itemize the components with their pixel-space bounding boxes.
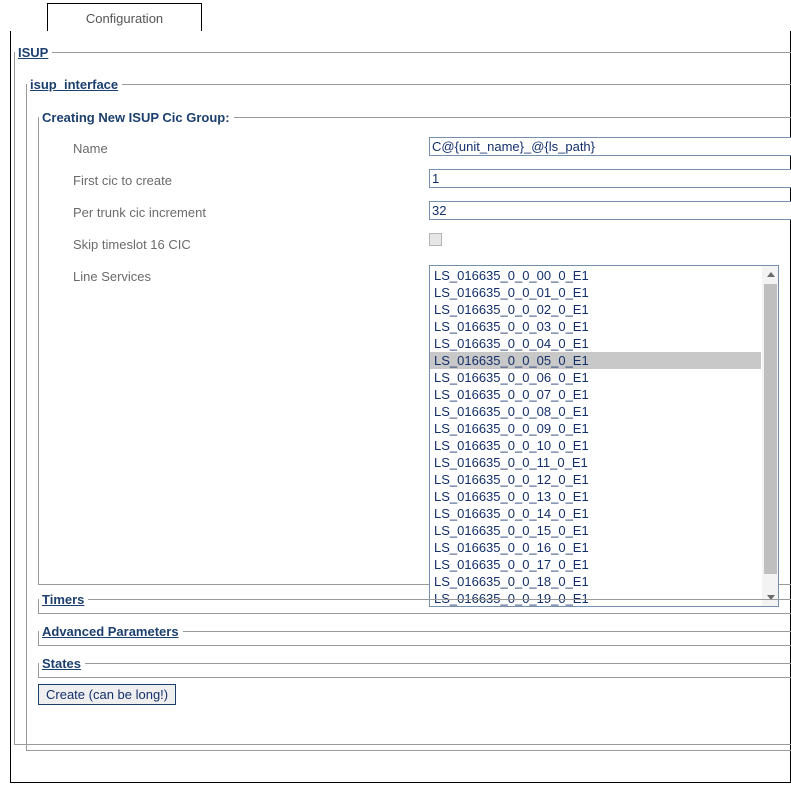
line-services-label: Line Services <box>73 269 152 284</box>
line-services-items[interactable]: LS_016635_0_0_00_0_E1 LS_016635_0_0_01_0_… <box>430 266 761 606</box>
line-service-option[interactable]: LS_016635_0_0_17_0_E1 <box>430 556 761 573</box>
section-states: States <box>38 656 791 678</box>
tab-strip: Configuration <box>10 0 791 32</box>
first-cic-input[interactable] <box>429 169 791 188</box>
create-button[interactable]: Create (can be long!) <box>38 684 177 705</box>
line-service-option[interactable]: LS_016635_0_0_15_0_E1 <box>430 522 761 539</box>
field-row-skip-timeslot-16: Skip timeslot 16 CIC <box>39 231 791 263</box>
line-service-option[interactable]: LS_016635_0_0_16_0_E1 <box>430 539 761 556</box>
line-service-option[interactable]: LS_016635_0_0_10_0_E1 <box>430 437 761 454</box>
field-row-name: Name <box>39 135 791 167</box>
line-service-option[interactable]: LS_016635_0_0_13_0_E1 <box>430 488 761 505</box>
line-service-option[interactable]: LS_016635_0_0_12_0_E1 <box>430 471 761 488</box>
line-services-scrollbar[interactable] <box>761 266 778 606</box>
line-service-option[interactable]: LS_016635_0_0_06_0_E1 <box>430 369 761 386</box>
section-isup-legend[interactable]: ISUP <box>15 45 52 60</box>
first-cic-label: First cic to create <box>73 173 172 188</box>
line-service-option[interactable]: LS_016635_0_0_14_0_E1 <box>430 505 761 522</box>
line-service-option[interactable]: LS_016635_0_0_05_0_E1 <box>430 352 761 369</box>
skip-timeslot-16-control <box>429 233 442 249</box>
skip-timeslot-16-checkbox[interactable] <box>429 233 442 246</box>
section-isup-interface-legend[interactable]: isup_interface <box>27 77 122 92</box>
section-creating-cic-group: Creating New ISUP Cic Group: Name First … <box>38 110 791 607</box>
line-service-option[interactable]: LS_016635_0_0_18_0_E1 <box>430 573 761 590</box>
scrollbar-thumb[interactable] <box>764 284 777 574</box>
section-isup-interface: isup_interface Creating New ISUP Cic Gro… <box>26 77 791 751</box>
name-label: Name <box>73 141 108 156</box>
increment-input[interactable] <box>429 201 791 220</box>
line-service-option[interactable]: LS_016635_0_0_08_0_E1 <box>430 403 761 420</box>
increment-control <box>429 201 791 220</box>
increment-label: Per trunk cic increment <box>73 205 206 220</box>
tab-configuration-label: Configuration <box>85 10 164 26</box>
section-advanced-parameters: Advanced Parameters <box>38 624 791 646</box>
cic-group-form: Name First cic to create Per trunk cic i… <box>39 135 791 613</box>
field-row-increment: Per trunk cic increment <box>39 199 791 231</box>
section-isup: ISUP isup_interface Creating New ISUP Ci… <box>14 45 791 751</box>
skip-timeslot-16-label: Skip timeslot 16 CIC <box>73 237 191 252</box>
section-states-legend[interactable]: States <box>39 656 85 671</box>
line-service-option[interactable]: LS_016635_0_0_01_0_E1 <box>430 284 761 301</box>
name-control <box>429 137 791 156</box>
name-input[interactable] <box>429 137 791 156</box>
line-service-option[interactable]: LS_016635_0_0_11_0_E1 <box>430 454 761 471</box>
first-cic-control <box>429 169 791 188</box>
section-advanced-parameters-legend[interactable]: Advanced Parameters <box>39 624 183 639</box>
line-service-option[interactable]: LS_016635_0_0_07_0_E1 <box>430 386 761 403</box>
line-service-option[interactable]: LS_016635_0_0_09_0_E1 <box>430 420 761 437</box>
scroll-up-button[interactable] <box>762 266 778 283</box>
line-service-option[interactable]: LS_016635_0_0_04_0_E1 <box>430 335 761 352</box>
section-timers-legend[interactable]: Timers <box>39 592 88 607</box>
section-timers: Timers <box>38 592 791 614</box>
line-service-option[interactable]: LS_016635_0_0_02_0_E1 <box>430 301 761 318</box>
line-services-listbox[interactable]: LS_016635_0_0_00_0_E1 LS_016635_0_0_01_0_… <box>429 265 779 607</box>
tab-configuration[interactable]: Configuration <box>47 3 202 32</box>
field-row-line-services: Line Services LS_016635_0_0_00_0_E1 LS_01… <box>39 263 791 613</box>
section-creating-cic-group-legend: Creating New ISUP Cic Group: <box>42 110 230 125</box>
triangle-up-icon <box>766 272 775 277</box>
field-row-first-cic: First cic to create <box>39 167 791 199</box>
line-service-option[interactable]: LS_016635_0_0_03_0_E1 <box>430 318 761 335</box>
line-service-option[interactable]: LS_016635_0_0_00_0_E1 <box>430 267 761 284</box>
